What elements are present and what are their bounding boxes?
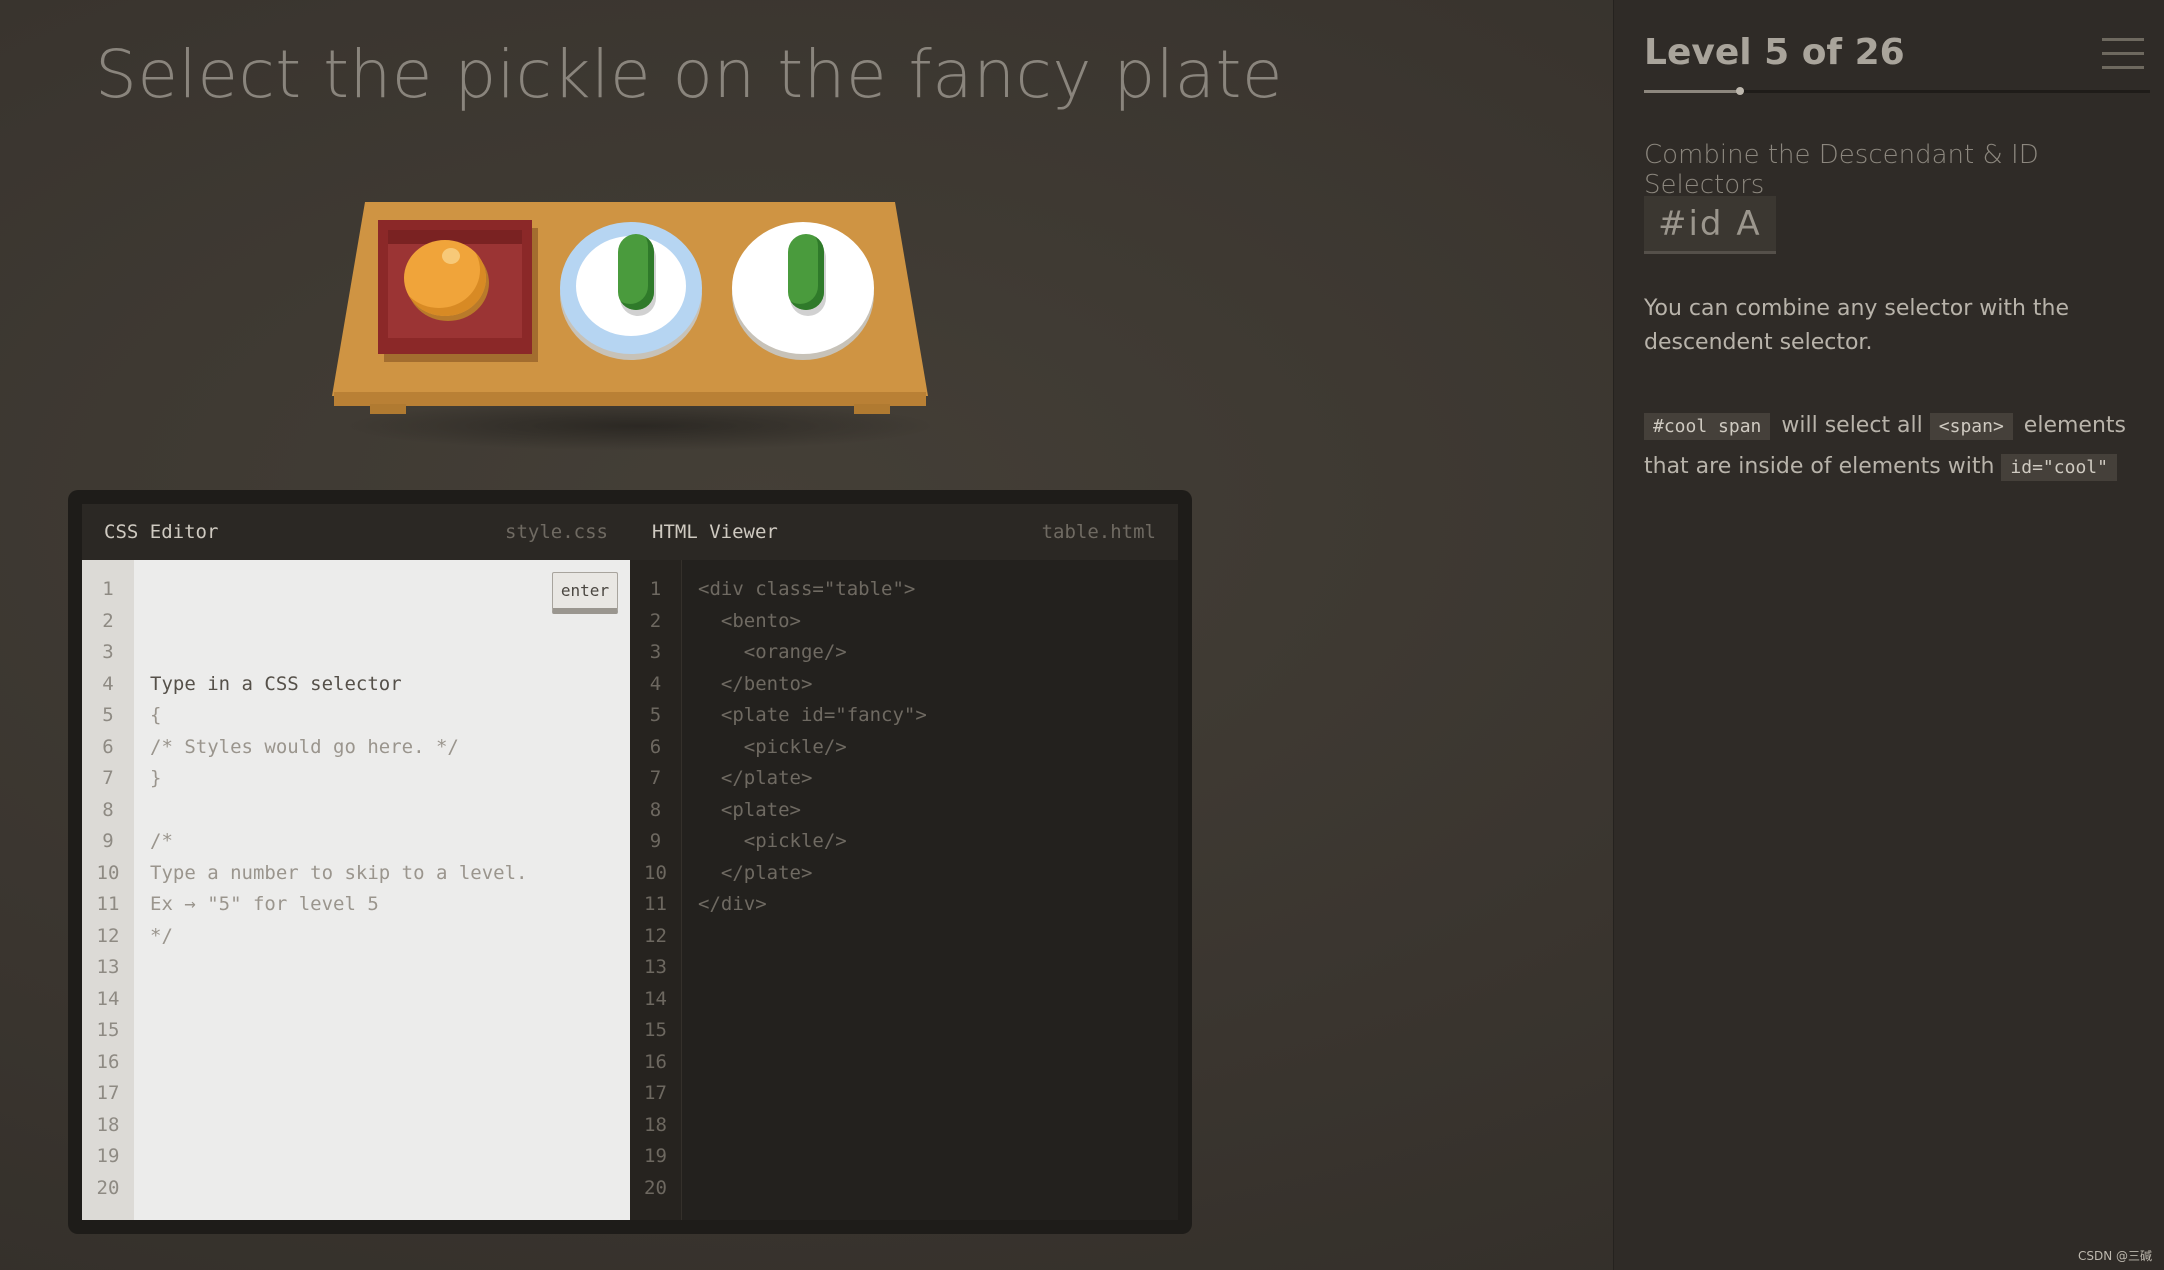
line-number: 11 <box>96 893 120 915</box>
sidebar: Level 5 of 26 Combine the Descendant & I… <box>1613 0 2164 1270</box>
level-progress-marker <box>1736 87 1745 95</box>
line-number: 5 <box>649 704 662 726</box>
code-line: </plate> <box>698 861 813 884</box>
css-editor: CSS Editor style.css 1 2 3 4 5 6 7 8 9 10 11 12 13 14… <box>82 504 630 1220</box>
line-number: 16 <box>96 1050 120 1073</box>
level-progress-bar <box>1644 87 2150 95</box>
code-line: Type a number to skip to a level. <box>150 861 528 884</box>
line-number: 14 <box>96 987 120 1010</box>
line-number: 10 <box>644 861 667 884</box>
html-viewer-header: HTML Viewer table.html <box>630 504 1178 560</box>
line-number: 18 <box>96 1113 120 1136</box>
line-number: 17 <box>96 1082 120 1104</box>
orange-highlight <box>442 248 460 264</box>
code-line: <pickle/> <box>698 735 847 758</box>
code-line: <plate> <box>698 798 801 821</box>
selector-example: #cool span will select all <span> elemen… <box>1644 406 2154 488</box>
line-number: 4 <box>649 672 662 695</box>
line-number: 13 <box>644 956 667 978</box>
selector-syntax: #id A <box>1644 196 1776 254</box>
css-line-numbers: 1 2 3 4 5 6 7 8 9 10 11 12 13 14 15 16 17 18 19 20 <box>82 560 134 1220</box>
example-code: id="cool" <box>2001 454 2117 481</box>
line-number: 1 <box>102 578 114 600</box>
code-line: <div class="table"> <box>698 578 916 600</box>
line-number: 13 <box>96 956 120 978</box>
line-number: 20 <box>96 1176 120 1199</box>
table-leg-left <box>370 404 406 414</box>
code-line: <pickle/> <box>698 830 847 852</box>
line-number: 3 <box>102 641 114 663</box>
line-number: 6 <box>649 735 662 758</box>
line-number: 10 <box>96 861 120 884</box>
code-line: </bento> <box>698 672 813 695</box>
level-instruction: Select the pickle on the fancy plate <box>95 36 1284 113</box>
pickle-on-fancy-plate[interactable] <box>618 234 654 310</box>
level-progress-fill <box>1644 90 1741 93</box>
line-number: 6 <box>102 735 114 758</box>
code-line: Ex → "5" for level 5 <box>150 893 379 915</box>
code-line: Type in a CSS selector <box>150 672 402 695</box>
line-number: 15 <box>644 1019 667 1041</box>
bento-table <box>330 196 940 456</box>
code-line: { <box>150 704 162 726</box>
html-viewer-title: HTML Viewer <box>652 521 778 543</box>
line-number: 7 <box>649 767 662 789</box>
line-number: 15 <box>96 1019 120 1041</box>
line-number: 19 <box>644 1145 667 1167</box>
css-editor-header: CSS Editor style.css <box>82 504 630 560</box>
line-number: 7 <box>102 767 114 789</box>
html-viewer: HTML Viewer table.html 1 2 3 4 5 6 7 8 9 10 11 12 13… <box>630 504 1178 1220</box>
editor-panel: CSS Editor style.css 1 2 3 4 5 6 7 8 9 10 11 12 13 14… <box>68 490 1192 1234</box>
line-number: 18 <box>644 1113 667 1136</box>
level-indicator: Level 5 of 26 <box>1644 32 1905 73</box>
line-number: 16 <box>644 1050 667 1073</box>
selector-hint: You can combine any selector with the de… <box>1644 296 2070 355</box>
enter-button[interactable]: enter <box>552 572 618 614</box>
table-edge <box>334 392 926 406</box>
code-line: </div> <box>698 893 767 915</box>
line-number: 2 <box>102 609 114 632</box>
pickle-on-plain-plate[interactable] <box>788 234 824 310</box>
css-editor-title: CSS Editor <box>104 521 219 543</box>
code-line: /* Styles would go here. */ <box>150 735 459 758</box>
line-number: 9 <box>649 830 662 852</box>
selector-name: Combine the Descendant & ID Selectors <box>1644 140 2039 200</box>
line-number: 2 <box>649 609 662 632</box>
html-markup[interactable]: <div class="table"> <bento> <orange/> </… <box>682 560 1178 1220</box>
line-number: 1 <box>649 578 662 600</box>
game-area: Select the pickle on the fancy plate CSS… <box>0 0 1613 1270</box>
line-number: 14 <box>644 987 667 1010</box>
line-number: 9 <box>102 830 114 852</box>
code-line: <orange/> <box>698 641 847 663</box>
example-code: <span> <box>1929 413 2013 440</box>
line-number: 4 <box>102 672 114 695</box>
css-editor-filename: style.css <box>505 521 608 543</box>
code-line: /* <box>150 830 173 852</box>
menu-icon[interactable] <box>2102 38 2144 72</box>
line-number: 8 <box>102 798 114 821</box>
line-number: 12 <box>96 924 120 947</box>
code-line: */ <box>150 924 173 947</box>
line-number: 3 <box>649 641 662 663</box>
code-line: } <box>150 767 162 789</box>
line-number: 20 <box>644 1176 667 1199</box>
html-line-numbers: 1 2 3 4 5 6 7 8 9 10 11 12 13 14 15 16 17 18 19 20 <box>630 560 682 1220</box>
code-line: <plate id="fancy"> <box>698 704 927 726</box>
table-leg-right <box>854 404 890 414</box>
line-number: 5 <box>102 704 114 726</box>
table-shadow <box>340 401 940 451</box>
code-line: <bento> <box>698 609 801 632</box>
html-viewer-filename: table.html <box>1041 521 1156 543</box>
line-number: 12 <box>644 924 667 947</box>
watermark: CSDN @三碱 <box>2077 1249 2152 1263</box>
line-number: 17 <box>644 1082 667 1104</box>
css-input[interactable]: enter Type in a CSS selector { /* Styles w… <box>134 560 630 1220</box>
example-code: #cool span <box>1644 413 1771 440</box>
line-number: 19 <box>96 1145 120 1167</box>
line-number: 11 <box>644 893 667 915</box>
example-text: will select all <box>1781 413 1923 438</box>
code-line: </plate> <box>698 767 813 789</box>
line-number: 8 <box>649 798 662 821</box>
